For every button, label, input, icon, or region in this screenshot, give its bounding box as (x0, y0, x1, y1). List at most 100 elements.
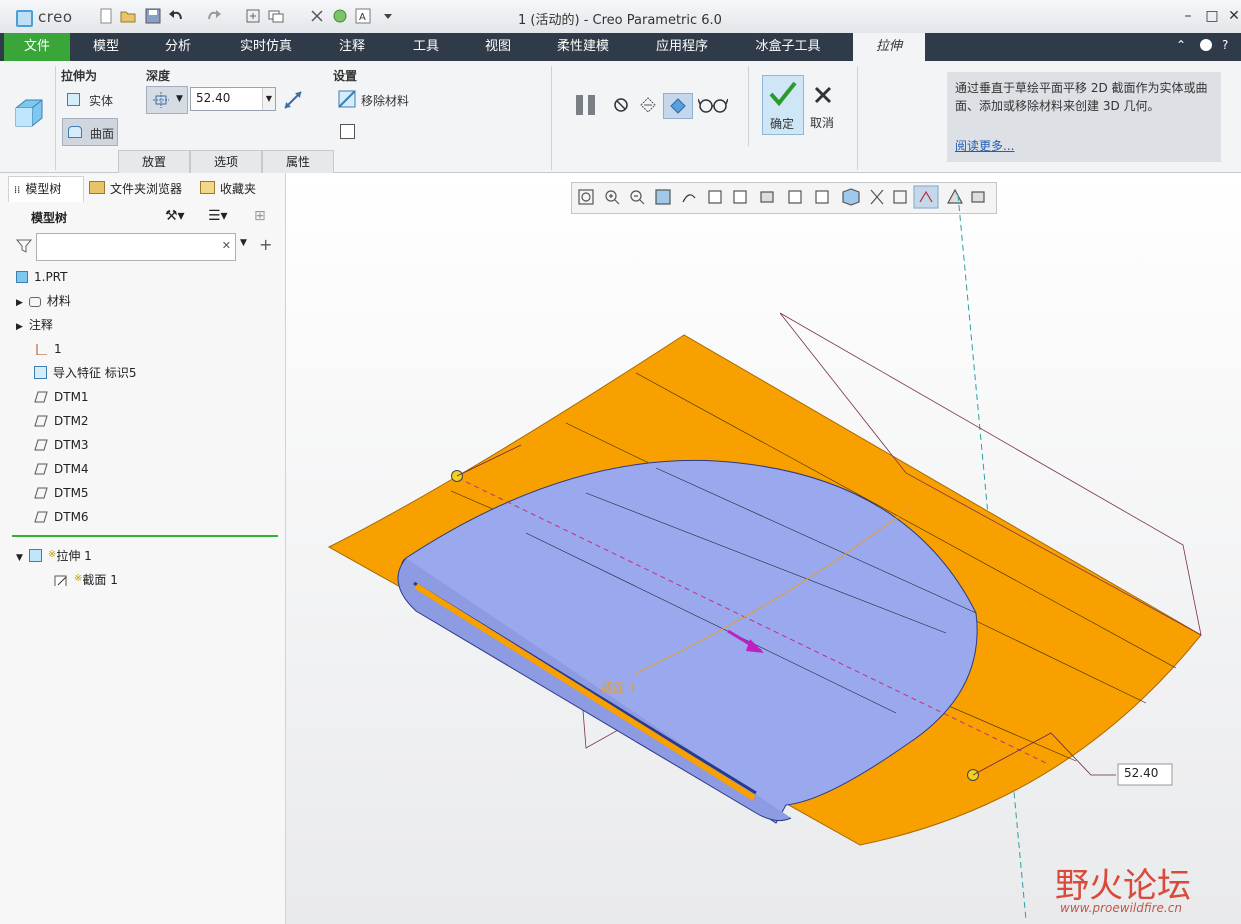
ribbon-tabs: 文件 模型 分析 实时仿真 注释 工具 视图 柔性建模 应用程序 冰盒子工具 拉… (0, 33, 1241, 61)
tree-item-dtm5[interactable]: DTM5 (34, 483, 89, 503)
tree-filter-icon[interactable]: ⊞ (254, 208, 266, 224)
cancel-x-icon (814, 86, 832, 104)
separate-preview-icon[interactable] (638, 95, 658, 115)
tab-applications[interactable]: 应用程序 (642, 33, 722, 61)
model-tree-icon: ⁞⁞ (14, 185, 21, 196)
tree-item-part[interactable]: 1.PRT (16, 267, 67, 287)
flip-direction-icon[interactable] (283, 90, 303, 110)
tree-item-dtm1[interactable]: DTM1 (34, 387, 89, 407)
tab-extrude[interactable]: 拉伸 (853, 33, 925, 61)
depth-dimension-label[interactable]: 52.40 (1124, 766, 1158, 780)
tree-item-csys[interactable]: 1 (34, 339, 62, 359)
verify-preview-icon (670, 98, 686, 114)
tab-model-tree[interactable]: ⁞⁞ 模型树 (14, 178, 61, 200)
section-label: 截面 1 (601, 681, 637, 695)
close-window-icon[interactable] (309, 8, 325, 24)
collapse-ribbon-icon[interactable]: ⌃ (1176, 38, 1186, 52)
glasses-icon[interactable] (698, 96, 728, 114)
tab-icebox-tools[interactable]: 冰盒子工具 (744, 33, 832, 61)
help-icon[interactable]: ? (1222, 38, 1228, 52)
user-icon[interactable] (1200, 39, 1212, 51)
tree-item-import[interactable]: 导入特征 标识5 (34, 363, 136, 383)
watermark-url: www.proewildfire.cn (1060, 901, 1182, 915)
tree-item-material[interactable]: ▶ 材料 (16, 291, 71, 311)
insert-indicator (12, 535, 278, 537)
collapse-icon: ▼ (16, 553, 23, 563)
remove-material-label[interactable]: 移除材料 (361, 92, 409, 109)
no-preview-icon[interactable] (612, 96, 630, 114)
datum-plane-icon (34, 391, 48, 403)
tree-item-dtm2[interactable]: DTM2 (34, 411, 89, 431)
tab-flexible-modeling[interactable]: 柔性建模 (545, 33, 621, 61)
remove-material-icon[interactable] (338, 90, 356, 108)
pause-icon[interactable] (574, 93, 598, 117)
model-tree-header: 模型树 (31, 211, 68, 225)
depth-option-dropdown[interactable]: ▼ (146, 86, 188, 114)
maximize-button[interactable]: □ (1201, 6, 1223, 26)
new-file-icon[interactable] (98, 8, 114, 24)
favorites-icon (200, 181, 215, 194)
tab-analysis[interactable]: 分析 (148, 33, 208, 61)
tree-item-dtm4[interactable]: DTM4 (34, 459, 89, 479)
tree-item-annotations[interactable]: ▶ 注释 (16, 315, 53, 335)
surface-button[interactable]: 曲面 (62, 118, 118, 146)
tab-live-simulation[interactable]: 实时仿真 (226, 33, 306, 61)
folder-icon (89, 181, 105, 194)
tree-item-dtm3[interactable]: DTM3 (34, 435, 89, 455)
extrude-feature-icon (28, 549, 42, 562)
svg-text:A: A (359, 12, 366, 23)
annotation-display-icon[interactable]: A (355, 8, 371, 24)
help-description: 通过垂直于草绘平面平移 2D 截面作为实体或曲面、添加或移除材料来创建 3D 几… (955, 81, 1208, 113)
tab-properties[interactable]: 属性 (262, 150, 334, 173)
import-icon (34, 366, 47, 379)
model-scene[interactable] (286, 173, 1241, 924)
verify-preview-button[interactable] (663, 93, 693, 119)
depth-label: 深度 (146, 69, 171, 83)
save-icon[interactable] (145, 8, 161, 24)
tree-item-section[interactable]: ※截面 1 (54, 569, 118, 589)
tab-options[interactable]: 选项 (190, 150, 262, 173)
watermark-title: 野火论坛 (1055, 866, 1191, 906)
read-more-link[interactable]: 阅读更多... (955, 137, 1014, 154)
thicken-checkbox[interactable] (340, 124, 355, 139)
datum-plane-icon (34, 487, 48, 499)
minimize-button[interactable]: – (1177, 6, 1199, 26)
tree-item-extrude[interactable]: ▼ ※拉伸 1 (16, 545, 92, 565)
regenerate-icon[interactable] (245, 8, 261, 24)
part-icon (16, 271, 28, 283)
customize-dropdown-icon[interactable] (380, 8, 396, 24)
tab-favorites[interactable]: 收藏夹 (200, 178, 256, 200)
clear-search-icon[interactable]: ✕ (222, 239, 231, 252)
appearance-icon[interactable] (332, 8, 348, 24)
filter-icon[interactable] (16, 238, 32, 254)
ok-button[interactable]: 确定 (762, 75, 804, 135)
undo-icon[interactable] (168, 8, 184, 24)
material-icon (28, 297, 41, 307)
tab-annotate[interactable]: 注释 (322, 33, 382, 61)
depth-value-input[interactable]: 52.40 ▼ (190, 87, 276, 111)
windows-icon[interactable] (268, 8, 284, 24)
tab-model[interactable]: 模型 (76, 33, 136, 61)
tree-item-dtm6[interactable]: DTM6 (34, 507, 89, 527)
surface-icon (68, 126, 82, 138)
tab-file[interactable]: 文件 (4, 33, 70, 61)
tab-tools[interactable]: 工具 (396, 33, 456, 61)
tab-folder-browser[interactable]: 文件夹浏览器 (89, 178, 182, 200)
open-file-icon[interactable] (120, 8, 136, 24)
tab-placement[interactable]: 放置 (118, 150, 190, 173)
search-dropdown-icon[interactable]: ▼ (240, 238, 247, 248)
add-filter-icon[interactable]: + (259, 235, 272, 254)
extrude-feature-icon (15, 99, 43, 127)
expand-icon: ▶ (16, 322, 23, 332)
tree-settings-icon[interactable]: ⚒▾ (165, 208, 185, 224)
cancel-button[interactable]: 取消 (806, 75, 840, 133)
window-title: 1 (活动的) - Creo Parametric 6.0 (518, 13, 722, 28)
close-button[interactable]: ✕ (1223, 6, 1241, 26)
datum-plane-icon (34, 463, 48, 475)
solid-button[interactable]: 实体 (62, 88, 116, 110)
tree-search-input[interactable]: ✕ (36, 233, 236, 261)
blind-depth-icon (153, 92, 169, 108)
redo-icon[interactable] (206, 8, 222, 24)
tab-view[interactable]: 视图 (468, 33, 528, 61)
tree-columns-icon[interactable]: ☰▾ (208, 208, 228, 224)
